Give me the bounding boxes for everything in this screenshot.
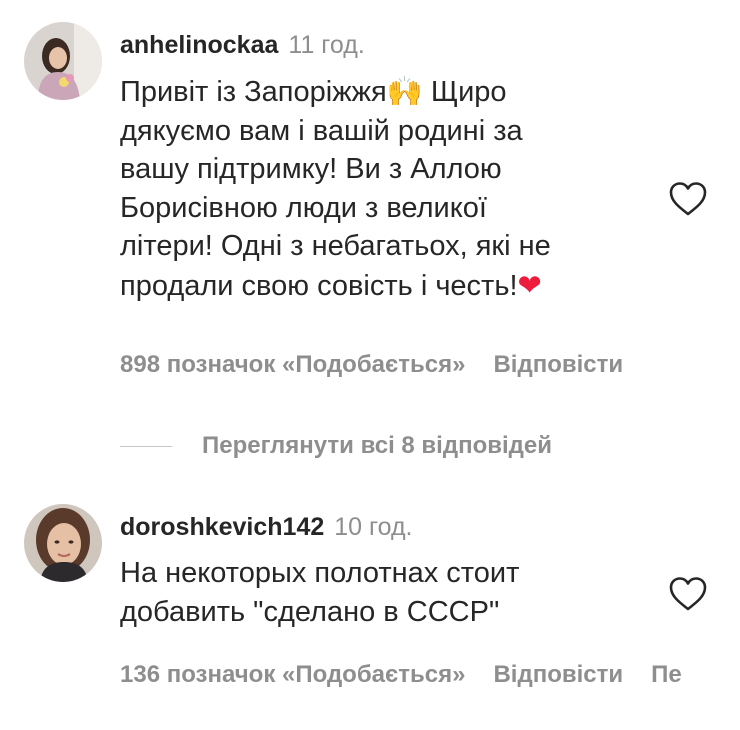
heart-outline-icon — [669, 577, 707, 611]
comment-line: Щиро — [422, 76, 507, 108]
comment-line: На некоторых полотнах стоит — [120, 557, 520, 589]
red-heart-emoji-icon: ❤ — [517, 267, 542, 302]
divider — [120, 445, 172, 447]
comment-line: Привіт із Запоріжжя — [120, 76, 387, 108]
avatar[interactable] — [24, 22, 102, 100]
comment-meta: 136 позначок «Подобається» Відповісти Пе — [120, 660, 682, 690]
profile-photo — [24, 22, 102, 100]
comment-line: продали свою совість і честь! — [120, 269, 518, 302]
comment-line: вашу підтримку! Ви з Аллою — [120, 153, 502, 185]
comment-line: Борисівною люди з великої — [120, 191, 487, 224]
like-button[interactable] — [668, 576, 708, 612]
reply-button[interactable]: Відповісти — [493, 351, 623, 378]
likes-count-link[interactable]: 898 позначок «Подобається» — [120, 351, 465, 378]
timestamp[interactable]: 10 год. — [334, 513, 412, 541]
comment-line: літери! Одні з небагатьох, які не — [120, 230, 551, 262]
more-action-link[interactable]: Пе — [651, 661, 682, 688]
timestamp[interactable]: 11 год. — [288, 31, 364, 59]
profile-photo — [24, 504, 102, 582]
heart-outline-icon — [669, 182, 707, 216]
comment-header: anhelinockaa 11 год. — [120, 30, 365, 60]
avatar[interactable] — [24, 504, 102, 582]
view-replies-button[interactable]: Переглянути всі 8 відповідей — [120, 428, 680, 464]
comment-item: doroshkevich142 10 год. На некоторых поло… — [0, 500, 740, 730]
comment-item: anhelinockaa 11 год. Привіт із Запоріжжя🙌… — [0, 0, 740, 400]
username[interactable]: anhelinockaa — [120, 31, 278, 59]
comment-line: добавить "сделано в СССР" — [120, 595, 500, 628]
comment-line: дякуємо вам і вашій родині за — [120, 114, 523, 147]
likes-count-link[interactable]: 136 позначок «Подобається» — [120, 661, 465, 688]
comment-meta: 898 позначок «Подобається» Відповісти — [120, 350, 623, 380]
username[interactable]: doroshkevich142 — [120, 513, 324, 541]
reply-button[interactable]: Відповісти — [493, 661, 623, 688]
view-replies-label: Переглянути всі 8 відповідей — [202, 432, 552, 459]
like-button[interactable] — [668, 181, 708, 217]
comment-header: doroshkevich142 10 год. — [120, 512, 412, 542]
raising-hands-emoji-icon: 🙌 — [386, 74, 423, 108]
comment-text: Привіт із Запоріжжя🙌 Щиро дякуємо вам і … — [120, 72, 640, 305]
comment-text: На некоторых полотнах стоит добавить "сд… — [120, 554, 640, 631]
